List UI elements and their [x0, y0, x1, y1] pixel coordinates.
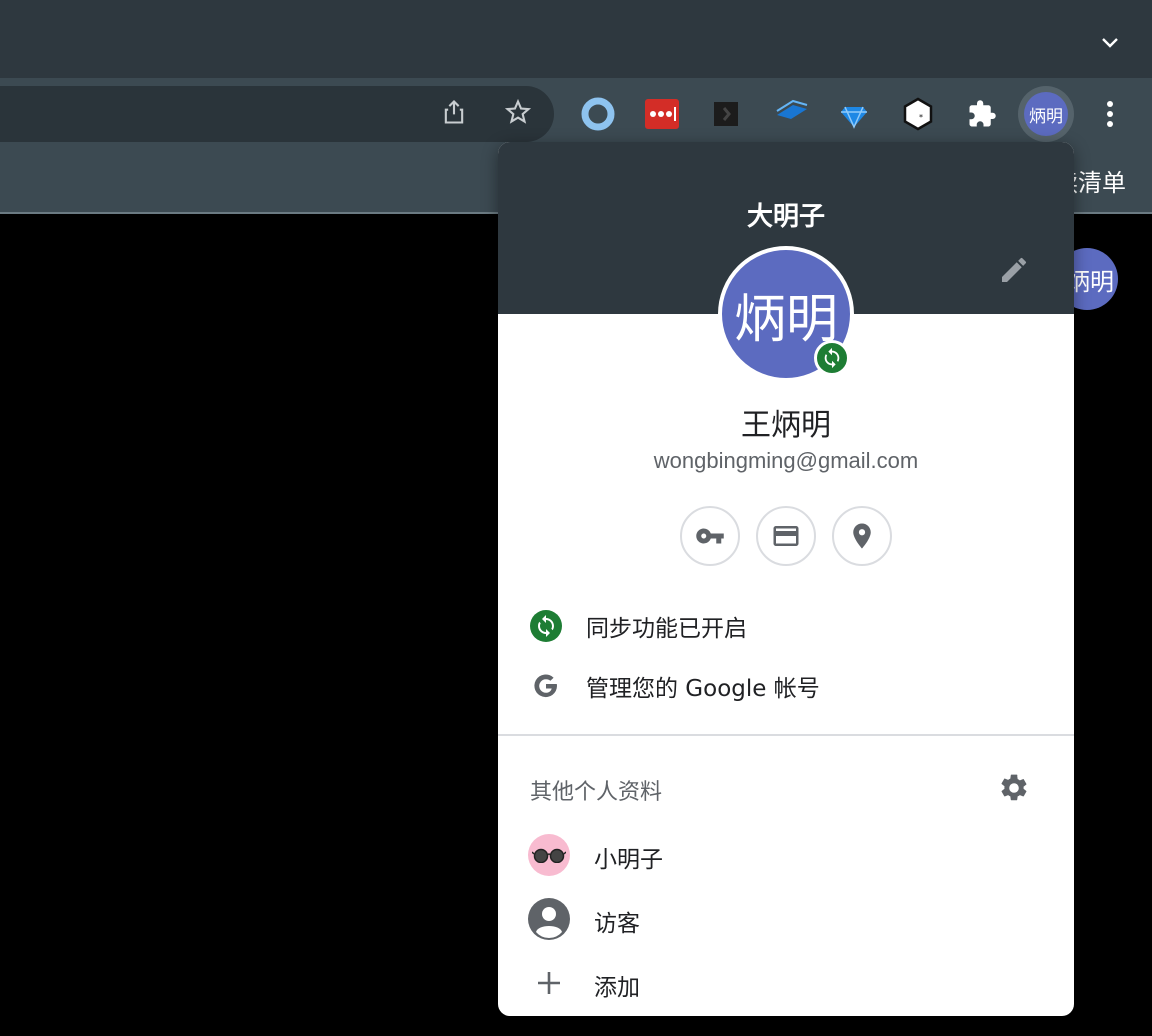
divider	[498, 734, 1074, 736]
lastpass-icon[interactable]	[644, 96, 680, 132]
profile-label: 小明子	[594, 847, 663, 873]
extension-ring-icon[interactable]	[580, 96, 616, 132]
gear-icon[interactable]	[998, 772, 1030, 804]
chevron-down-icon[interactable]	[1098, 30, 1122, 54]
location-pin-icon	[853, 523, 871, 549]
more-menu-icon[interactable]	[1096, 96, 1124, 132]
add-label: 添加	[594, 975, 640, 1001]
payment-methods-button[interactable]	[756, 506, 816, 566]
avatar: 炳明	[1024, 92, 1068, 136]
other-profiles-title: 其他个人资料	[530, 780, 663, 805]
extensions-puzzle-icon[interactable]	[964, 96, 1000, 132]
key-icon	[696, 528, 724, 544]
sunglasses-avatar-icon	[528, 834, 570, 876]
browser-toolbar: 20 * 炳明	[0, 78, 1152, 220]
hexagon-extension-icon[interactable]: *	[900, 96, 936, 132]
plus-icon	[528, 962, 570, 1004]
google-g-icon	[530, 670, 562, 702]
pencil-icon[interactable]	[998, 254, 1030, 286]
profile-label: 访客	[594, 911, 640, 937]
tab-strip	[0, 0, 1152, 78]
manage-account-label: 管理您的 Google 帐号	[586, 676, 820, 702]
share-icon[interactable]	[440, 98, 468, 126]
profile-menu-popup: 大明子 炳明 王炳明 wongbingming@gmail.com 同步功能已开…	[498, 142, 1074, 1016]
addresses-button[interactable]	[832, 506, 892, 566]
guest-person-icon	[528, 898, 570, 940]
bookmark-star-icon[interactable]	[504, 98, 532, 126]
account-email: wongbingming@gmail.com	[653, 448, 919, 473]
stack-extension-icon[interactable]	[774, 96, 810, 132]
credit-card-icon	[773, 526, 799, 546]
manage-account-item[interactable]: 管理您的 Google 帐号	[498, 656, 1074, 716]
profile-avatar-button[interactable]: 炳明	[1018, 86, 1074, 142]
full-name: 王炳明	[741, 408, 831, 443]
profile-item-guest[interactable]: 访客	[498, 888, 1074, 952]
diamond-extension-icon[interactable]	[836, 96, 872, 132]
profile-item-xiaomingzi[interactable]: 小明子	[498, 824, 1074, 888]
add-profile-item[interactable]: 添加	[498, 952, 1074, 1016]
dark-reader-icon[interactable]	[708, 96, 744, 132]
address-bar[interactable]	[0, 86, 554, 142]
profile-name: 大明子	[746, 202, 825, 232]
svg-text:*: *	[919, 113, 923, 122]
sync-icon	[530, 610, 562, 642]
sync-status-item[interactable]: 同步功能已开启	[498, 596, 1074, 656]
passwords-button[interactable]	[680, 506, 740, 566]
sync-label: 同步功能已开启	[586, 616, 747, 642]
sync-badge-icon	[814, 340, 850, 376]
